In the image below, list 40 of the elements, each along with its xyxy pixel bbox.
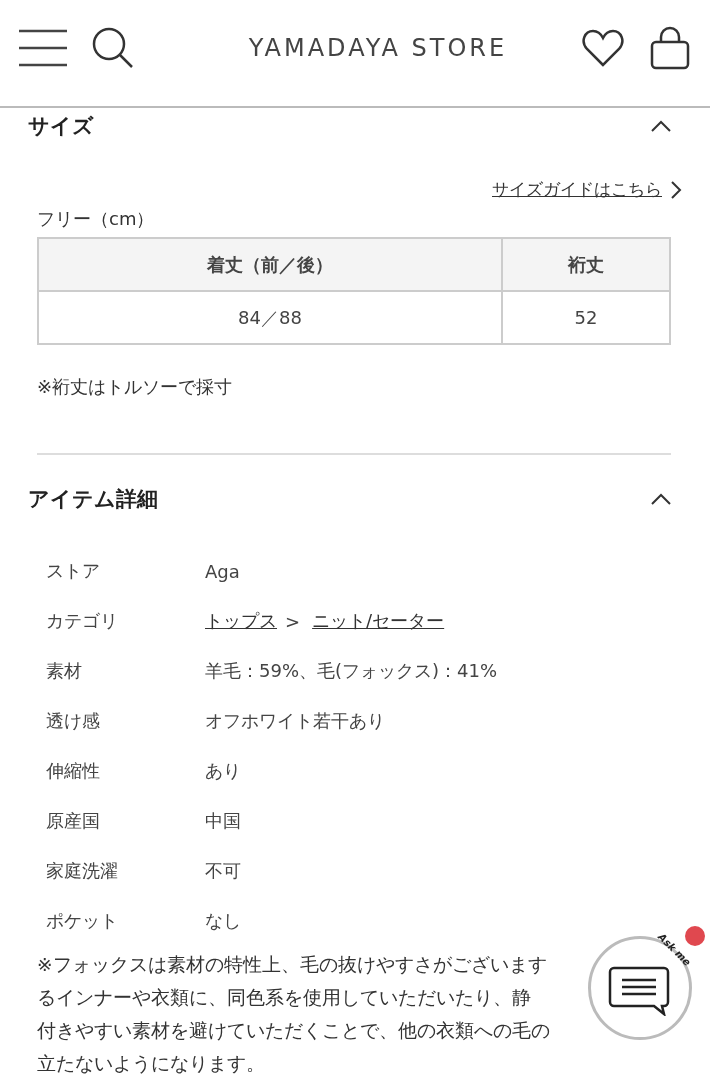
section-title: アイテム詳細 — [28, 486, 158, 513]
breadcrumb-separator: > — [285, 610, 301, 632]
collapse-chevron-icon[interactable] — [650, 119, 672, 133]
detail-value: 不可 — [205, 859, 241, 883]
detail-value: Aga — [205, 560, 240, 582]
detail-label: カテゴリ — [46, 609, 119, 633]
detail-value: なし — [205, 909, 241, 933]
notice-text-line: るインナーや衣類に、同色系を使用していただいたり、静 — [37, 986, 531, 1010]
detail-value: 中国 — [205, 809, 241, 833]
detail-value: あり — [205, 759, 241, 783]
detail-label: 伸縮性 — [46, 759, 101, 783]
menu-icon[interactable] — [18, 28, 68, 68]
detail-label: ポケット — [46, 909, 119, 933]
size-label: フリー（cm） — [37, 207, 156, 231]
size-guide-link[interactable]: サイズガイドはこちら — [492, 178, 662, 201]
detail-label: 原産国 — [46, 809, 101, 833]
detail-value: オフホワイト若干あり — [205, 709, 385, 733]
detail-value: 羊毛：59%、毛(フォックス)：41% — [205, 659, 498, 683]
notice-text-line: 付きやすい素材を避けていただくことで、他の衣類への毛の — [37, 1019, 550, 1043]
section-title: サイズ — [28, 113, 94, 140]
measurement-note: ※裄丈はトルソーで採寸 — [37, 375, 234, 399]
column-header: 裄丈 — [502, 238, 670, 291]
detail-label: 透け感 — [46, 709, 101, 733]
notice-text-line: ※フォックスは素材の特性上、毛の抜けやすさがございます — [37, 953, 547, 977]
detail-label: 素材 — [46, 659, 83, 683]
collapse-chevron-icon[interactable] — [650, 492, 672, 506]
table-cell: 84／88 — [38, 291, 502, 344]
table-cell: 52 — [502, 291, 670, 344]
detail-label: 家庭洗濯 — [46, 859, 119, 883]
column-header: 着丈（前／後） — [38, 238, 502, 291]
shopping-bag-icon[interactable] — [650, 26, 690, 70]
heart-icon[interactable] — [582, 29, 624, 67]
category-link[interactable]: トップス — [205, 609, 277, 633]
chat-caption: Ask me — [656, 931, 693, 968]
chevron-right-icon[interactable] — [670, 179, 682, 200]
store-logo[interactable]: YAMADAYA STORE — [134, 34, 582, 62]
search-icon[interactable] — [92, 27, 134, 69]
category-link[interactable]: ニット/セーター — [312, 609, 445, 633]
detail-label: ストア — [46, 559, 101, 583]
notice-text-line: 立たないようになります。 — [37, 1052, 265, 1076]
